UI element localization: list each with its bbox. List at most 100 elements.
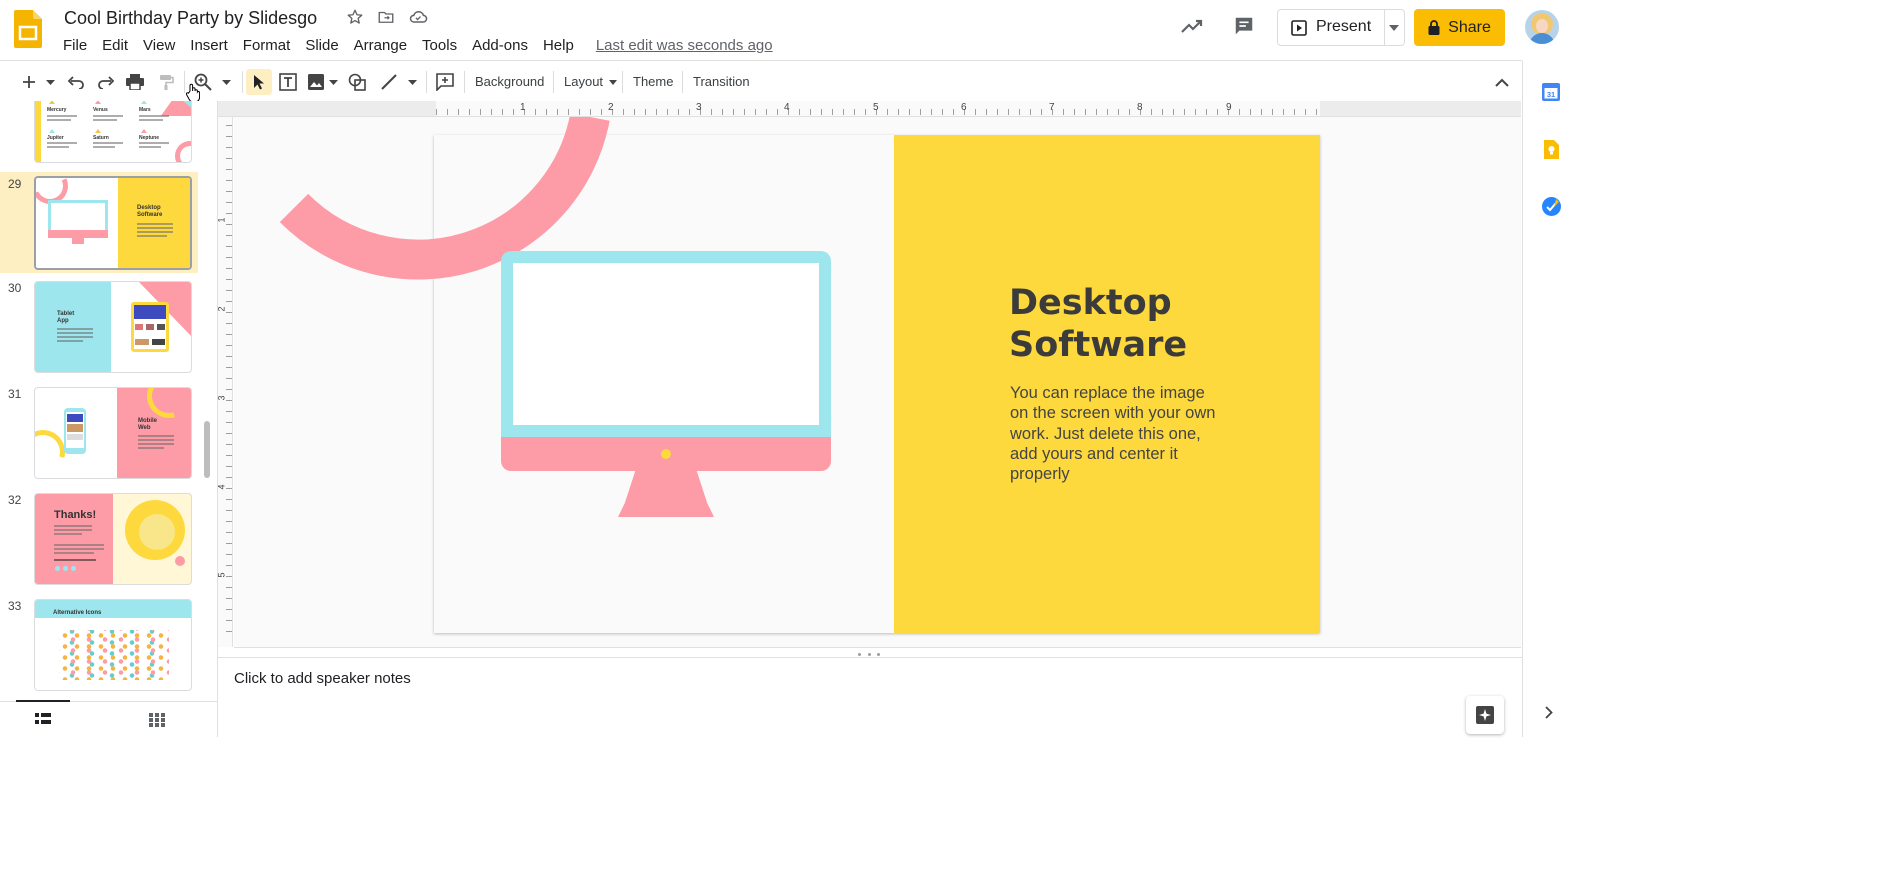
speaker-notes-field[interactable]: Click to add speaker notes: [234, 670, 411, 687]
new-slide-dropdown-icon[interactable]: [40, 70, 60, 94]
explore-icon: [1476, 706, 1494, 724]
ruler-v-1: 1: [216, 217, 227, 223]
keep-icon[interactable]: [1544, 140, 1559, 159]
shape-icon[interactable]: [345, 70, 369, 94]
thumb-32-title: Thanks!: [54, 509, 97, 521]
transition-button[interactable]: Transition: [693, 71, 750, 93]
zoom-dropdown-icon[interactable]: [216, 70, 236, 94]
menu-help[interactable]: Help: [543, 37, 574, 54]
slide-number-29: 29: [8, 177, 22, 191]
activity-trend-icon[interactable]: [1180, 16, 1204, 36]
cloud-saved-icon[interactable]: [408, 8, 428, 26]
thumb-28-saturn: Saturn: [93, 135, 109, 141]
text-box-icon[interactable]: [276, 70, 300, 94]
account-avatar[interactable]: [1525, 10, 1559, 44]
menu-slide[interactable]: Slide: [305, 37, 338, 54]
monitor-screen[interactable]: [501, 251, 831, 437]
thumb-28-mars: Mars: [139, 107, 151, 113]
vertical-ruler: 1 2 3 4 5: [216, 117, 233, 647]
last-edit-link[interactable]: Last edit was seconds ago: [596, 37, 773, 54]
ruler-h-8: 8: [1137, 102, 1143, 113]
menu-arrange[interactable]: Arrange: [354, 37, 407, 54]
present-label: Present: [1316, 18, 1372, 35]
slide-thumbnail-30[interactable]: Tablet App: [34, 281, 192, 373]
move-folder-icon[interactable]: [377, 8, 395, 26]
slide-thumbnail-29[interactable]: Desktop Software: [34, 176, 192, 270]
collapse-toolbar-icon[interactable]: [1490, 70, 1514, 94]
present-icon: [1291, 20, 1307, 36]
theme-button[interactable]: Theme: [633, 71, 673, 93]
menu-format[interactable]: Format: [243, 37, 291, 54]
background-button[interactable]: Background: [475, 71, 544, 93]
expand-side-panel-icon[interactable]: [1545, 706, 1553, 719]
calendar-icon[interactable]: 31: [1542, 83, 1560, 101]
menu-file[interactable]: File: [63, 37, 87, 54]
slide-thumbnail-31[interactable]: Mobile Web: [34, 387, 192, 479]
line-dropdown-icon[interactable]: [402, 70, 422, 94]
line-icon[interactable]: [377, 70, 401, 94]
menu-addons[interactable]: Add-ons: [472, 37, 528, 54]
lock-icon: [1428, 20, 1440, 35]
slide-title[interactable]: Desktop Software: [1009, 282, 1187, 366]
slide-number-30: 30: [8, 281, 22, 295]
star-icon[interactable]: [346, 8, 364, 26]
thumb-33-icon-grid: [59, 630, 169, 680]
print-icon[interactable]: [123, 70, 147, 94]
grid-view-icon[interactable]: [149, 713, 165, 727]
horizontal-ruler: 1 2 3 4 5 6 7 8 9: [218, 101, 1521, 117]
layout-button[interactable]: Layout: [564, 71, 617, 93]
redo-icon[interactable]: [94, 70, 118, 94]
ruler-v-3: 3: [216, 395, 227, 401]
menu-tools[interactable]: Tools: [422, 37, 457, 54]
layout-dropdown-icon: [608, 80, 617, 86]
present-dropdown-icon[interactable]: [1389, 25, 1399, 31]
share-button[interactable]: Share: [1414, 9, 1505, 46]
thumb-31-title2: Web: [138, 425, 151, 431]
menu-edit[interactable]: Edit: [102, 37, 128, 54]
ruler-v-2: 2: [216, 306, 227, 312]
slide-thumbnail-32[interactable]: Thanks!: [34, 493, 192, 585]
undo-icon[interactable]: [64, 70, 88, 94]
ruler-h-3: 3: [696, 102, 702, 113]
thumb-31-title1: Mobile: [138, 418, 157, 424]
slides-logo[interactable]: [14, 10, 42, 48]
menu-bar: File Edit View Insert Format Slide Arran…: [63, 35, 788, 55]
present-button[interactable]: Present: [1277, 9, 1405, 46]
list-view-icon[interactable]: [35, 713, 51, 725]
new-slide-icon[interactable]: [17, 70, 41, 94]
svg-text:31: 31: [1547, 90, 1555, 99]
slide-thumbnail-28[interactable]: Mercury Venus Mars Jupiter Saturn Neptun…: [34, 101, 192, 163]
thumb-28-neptune: Neptune: [139, 135, 159, 141]
tasks-icon[interactable]: [1542, 197, 1561, 216]
slide-thumbnail-33[interactable]: Alternative Icons: [34, 599, 192, 691]
add-comment-icon[interactable]: [433, 70, 457, 94]
menu-view[interactable]: View: [143, 37, 175, 54]
image-dropdown-icon[interactable]: [323, 70, 343, 94]
thumb-33-title: Alternative Icons: [53, 610, 102, 616]
slide-body-text[interactable]: You can replace the image on the screen …: [1010, 383, 1222, 484]
slide-title-line-1: Desktop: [1009, 283, 1172, 323]
ruler-h-2: 2: [608, 102, 614, 113]
paint-format-icon[interactable]: [154, 70, 178, 94]
ruler-h-7: 7: [1049, 102, 1055, 113]
thumb-28-jupiter: Jupiter: [47, 135, 64, 141]
slide-number-33: 33: [8, 599, 22, 613]
comments-icon[interactable]: [1233, 15, 1255, 37]
select-tool-icon[interactable]: [246, 69, 272, 95]
mouse-cursor-icon: [186, 83, 200, 103]
monitor-button: [661, 449, 671, 459]
share-label: Share: [1448, 18, 1491, 36]
ruler-v-5: 5: [216, 572, 227, 578]
ruler-h-1: 1: [520, 102, 526, 113]
menu-insert[interactable]: Insert: [190, 37, 228, 54]
filmstrip-scrollbar[interactable]: [204, 421, 210, 478]
side-panel: 31: [1522, 61, 1568, 737]
document-title[interactable]: Cool Birthday Party by Slidesgo: [64, 6, 317, 30]
layout-label: Layout: [564, 74, 604, 89]
explore-button[interactable]: [1466, 696, 1504, 734]
ruler-h-6: 6: [961, 102, 967, 113]
ruler-h-4: 4: [784, 102, 790, 113]
thumb-29-title1: Desktop: [137, 205, 161, 211]
slide-number-31: 31: [8, 387, 22, 401]
canvas-area[interactable]: Desktop Software You can replace the ima…: [234, 117, 1521, 647]
